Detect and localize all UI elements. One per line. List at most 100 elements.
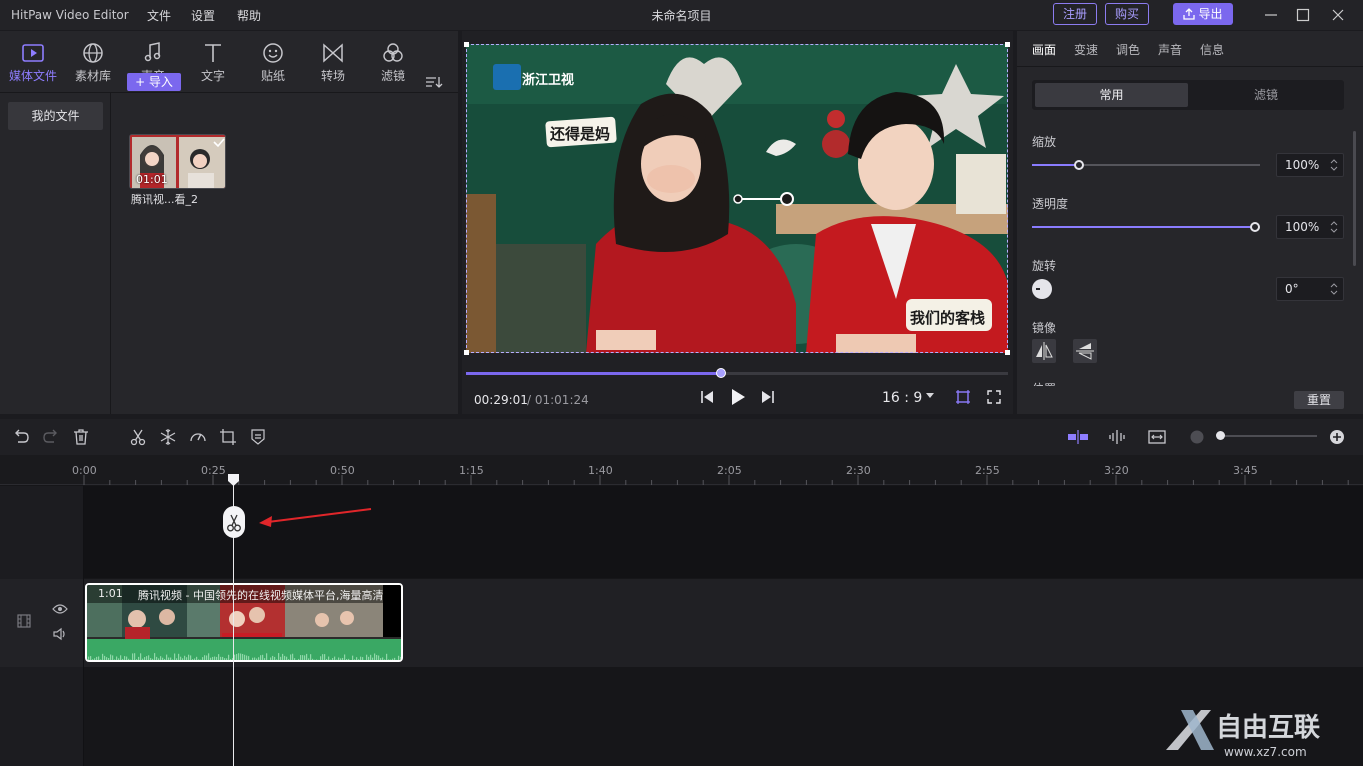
tab-transition-label: 转场 [320,69,345,83]
waveform-bar [264,658,266,660]
eye-icon[interactable] [52,603,68,615]
mask-icon[interactable] [248,427,268,447]
stepper-icon[interactable] [1330,282,1338,296]
waveform-bar [106,657,108,660]
minimize-icon[interactable] [1261,5,1281,25]
scissors-icon[interactable] [128,427,148,447]
sidebar-item-my-files[interactable]: 我的文件 [8,102,103,130]
waveform-bar [186,657,188,660]
export-label: 导出 [1198,7,1223,21]
playhead-handle[interactable] [228,474,239,486]
prev-frame-icon[interactable] [699,389,715,405]
tab-media[interactable]: 媒体文件 [7,42,59,84]
opacity-input[interactable]: 100% [1276,215,1344,239]
waveform-bar [172,659,174,660]
close-icon[interactable] [1328,5,1348,25]
sort-icon[interactable] [425,75,443,89]
split-audio-icon[interactable] [1107,427,1127,447]
properties-scrollbar[interactable] [1353,131,1356,266]
video-preview[interactable]: 浙江卫视 还得是妈 我们的客栈 [466,44,1008,353]
video-clip[interactable]: 1:01 腾讯视频 - 中国领先的在线视频媒体平台,海量高清 [85,583,403,662]
waveform-bar [328,656,330,660]
rotate-input[interactable]: 0° [1276,277,1344,301]
empty-track[interactable] [84,486,1363,578]
next-frame-icon[interactable] [760,389,776,405]
import-button[interactable]: + 导入 [127,73,181,91]
waveform-bar [370,654,372,660]
redo-icon[interactable] [41,427,61,447]
snap-icon[interactable] [1066,427,1090,447]
waveform-bar [340,658,342,660]
waveform-bar [90,656,92,660]
waveform-bar [114,659,116,660]
opacity-slider-knob[interactable] [1250,222,1260,232]
menu-settings[interactable]: 设置 [191,7,215,24]
fit-timeline-icon[interactable] [1147,427,1167,447]
waveform-bar [184,655,186,660]
maximize-icon[interactable] [1293,5,1313,25]
scale-slider-knob[interactable] [1074,160,1084,170]
fullscreen-icon[interactable] [986,389,1002,405]
reset-button[interactable]: 重置 [1294,391,1344,409]
waveform-bar [118,658,120,660]
waveform-bar [360,656,362,660]
zoom-slider-track[interactable] [1220,435,1317,437]
waveform-bar [196,656,198,660]
menu-file[interactable]: 文件 [147,7,171,24]
tab-info[interactable]: 信息 [1200,41,1224,58]
segment-common[interactable]: 常用 [1035,83,1188,107]
waveform-bar [228,654,230,660]
waveform-bar [324,654,326,660]
tab-library[interactable]: 素材库 [67,42,119,84]
preview-scrubber-knob[interactable] [716,368,726,378]
flip-vertical-button[interactable] [1073,339,1097,363]
waveform-bar [234,654,236,660]
rotate-dial[interactable] [1032,279,1052,299]
waveform-bar [176,658,178,660]
tab-sticker[interactable]: 贴纸 [247,42,299,84]
waveform-bar [304,655,306,660]
register-button[interactable]: 注册 [1053,3,1097,25]
waveform-bar [364,659,366,660]
delete-icon[interactable] [71,427,91,447]
zoom-out-icon[interactable] [1187,427,1207,447]
waveform-bar [300,655,302,660]
waveform-bar [140,653,142,660]
freeze-icon[interactable] [158,427,178,447]
aspect-ratio-select[interactable]: 16 : 9 [882,390,922,406]
waveform-bar [270,657,272,660]
speaker-icon[interactable] [52,627,68,641]
segment-filter[interactable]: 滤镜 [1190,83,1342,107]
waveform-bar [110,654,112,660]
flip-horizontal-icon [1036,342,1053,360]
tab-picture[interactable]: 画面 [1032,41,1056,58]
tab-transition[interactable]: 转场 [307,42,359,84]
zoom-in-icon[interactable] [1327,427,1347,447]
tab-sound[interactable]: 声音 [1158,41,1182,58]
scale-input[interactable]: 100% [1276,153,1344,177]
export-button[interactable]: 导出 [1173,3,1233,25]
stepper-icon[interactable] [1330,158,1338,172]
flip-horizontal-button[interactable] [1032,339,1056,363]
menu-help[interactable]: 帮助 [237,7,261,24]
crop-icon[interactable] [218,427,238,447]
tab-speed[interactable]: 变速 [1074,41,1098,58]
waveform-bar [138,656,140,660]
waveform-bar [198,659,200,660]
chevron-down-icon[interactable] [926,393,934,399]
waveform-bar [244,654,246,660]
undo-icon[interactable] [11,427,31,447]
stepper-icon[interactable] [1330,220,1338,234]
waveform-bar [122,658,124,660]
waveform-bar [266,653,268,660]
media-thumbnail[interactable]: 01:01 [129,134,226,189]
tab-text[interactable]: 文字 [187,42,239,84]
play-icon[interactable] [730,388,746,406]
tab-filter[interactable]: 滤镜 [367,42,419,84]
split-marker-button[interactable] [223,506,245,538]
speed-icon[interactable] [188,427,208,447]
zoom-slider-knob[interactable] [1216,431,1225,440]
tab-color[interactable]: 调色 [1116,41,1140,58]
buy-button[interactable]: 购买 [1105,3,1149,25]
crop-fit-icon[interactable] [955,389,971,405]
